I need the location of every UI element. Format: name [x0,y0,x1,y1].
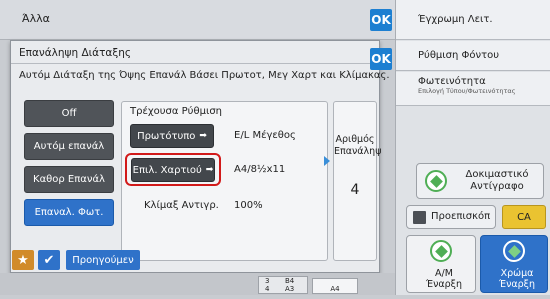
background-title: Άλλα [22,12,50,25]
mode-photo-repeat-button[interactable]: Επαναλ. Φωτ. [24,199,114,226]
preview-button[interactable]: Προεπισκόπ [406,205,496,229]
scale-value: 100% [234,200,263,211]
current-setting-panel: Τρέχουσα Ρύθμιση Πρωτότυπο ➡ E/L Μέγεθος … [121,101,328,261]
arrow-indicator-icon [324,156,330,166]
color-start-icon [503,240,525,262]
tray-row-size: B4 [285,277,295,285]
repeat-count-label: Αριθμός Επανάληψ [334,134,382,157]
bw-start-button[interactable]: A/M Έναρξη [406,235,476,293]
sample-copy-button[interactable]: Δοκιμαστικό Αντίγραφο [416,163,544,199]
original-value: E/L Μέγεθος [234,130,296,141]
arrow-right-icon: ➡ [205,165,214,175]
right-panel: ▶ Έγχρωμη Λειτ. Ρύθμιση Φόντου Φωτεινότη… [395,0,550,295]
original-button-label: Πρωτότυπο [137,130,196,142]
star-icon[interactable]: ★ [12,250,34,270]
repeat-layout-dialog: Επανάληψη Διάταξης Αυτόμ Διάταξη της Όψη… [10,40,390,273]
background-ok-button[interactable]: OK [370,9,392,31]
sample-copy-icon [425,170,447,192]
clear-all-button[interactable]: CA [502,205,546,229]
dialog-ok-button[interactable]: OK [370,48,392,70]
mode-specified-repeat-button[interactable]: Καθορ Επανάλ [24,166,114,193]
paper-select-button[interactable]: Επιλ. Χαρτιού ➡ [131,158,215,182]
tray-row-num: 3 [265,277,270,285]
preview-label: Προεπισκόπ [431,211,491,222]
color-start-button[interactable]: Χρώμα Έναρξη [480,235,548,293]
arrow-right-icon: ➡ [199,131,207,141]
tray-row-num: 4 [265,285,270,293]
dialog-description: Αυτόμ Διάταξη της Όψης Επανάλ Βάσει Πρωτ… [19,70,390,81]
color-mode-label: Έγχρωμη Λειτ. [418,14,493,25]
check-icon[interactable]: ✔ [38,250,60,270]
tray-row-size: A3 [285,285,295,293]
paper-tray-status: 3 B4 4 A3 [258,276,308,294]
color-mode-item[interactable]: Έγχρωμη Λειτ. [396,0,550,40]
dialog-title: Επανάληψη Διάταξης [19,47,132,59]
mode-off-button[interactable]: Off [24,100,114,127]
sample-copy-label: Δοκιμαστικό Αντίγραφο [465,169,529,192]
repeat-count-panel[interactable]: Αριθμός Επανάληψ 4 [333,101,382,261]
current-setting-title: Τρέχουσα Ρύθμιση [130,106,223,117]
dialog-divider [11,63,379,64]
brightness-label: Φωτεινότητα [418,76,486,87]
original-button[interactable]: Πρωτότυπο ➡ [130,124,214,148]
brightness-item[interactable]: Φωτεινότητα Επιλογή Τύπου/Φωτεινότητας [396,72,550,106]
scale-label: Κλίμαξ Αντιγρ. [144,200,219,211]
repeat-count-value: 4 [350,182,360,198]
mode-auto-repeat-button[interactable]: Αυτόμ επανάλ [24,133,114,160]
background-setting-item[interactable]: Ρύθμιση Φόντου [396,41,550,71]
paper-select-label: Επιλ. Χαρτιού [132,164,202,176]
color-start-label: Χρώμα Έναρξη [498,268,535,290]
preview-icon [413,211,426,224]
previous-button[interactable]: Προηγούμεν [66,250,140,270]
bw-start-icon [430,240,452,262]
paper-tray-extra: A4 [312,278,358,294]
brightness-sublabel: Επιλογή Τύπου/Φωτεινότητας [418,87,516,95]
paper-value: A4/8½x11 [234,164,286,175]
background-setting-label: Ρύθμιση Φόντου [418,50,500,61]
background-header [0,0,395,40]
bw-start-label: A/M Έναρξη [425,268,462,290]
